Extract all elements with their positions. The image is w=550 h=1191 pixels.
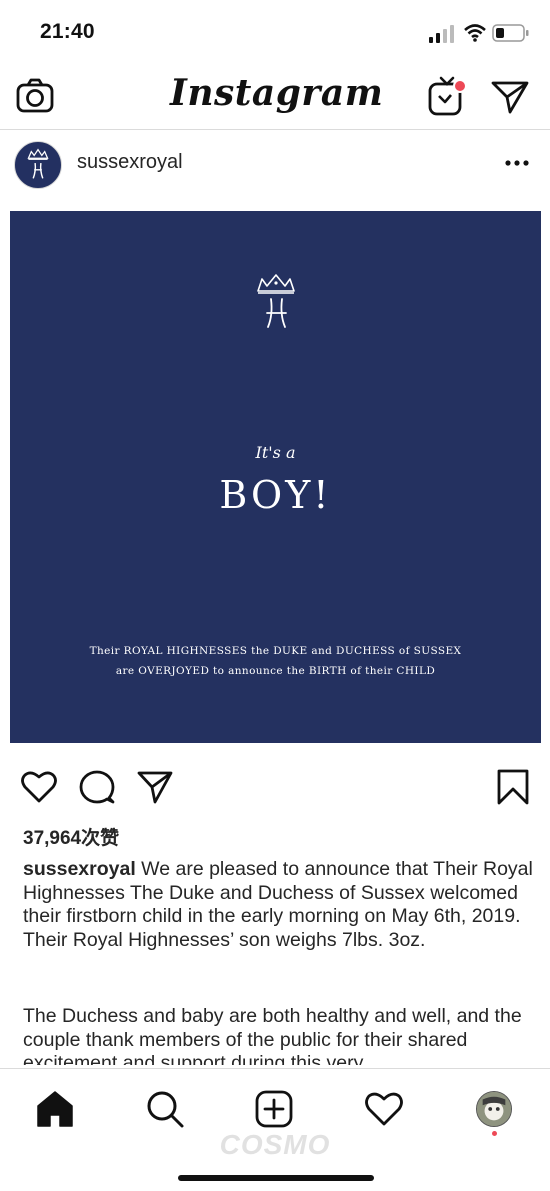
status-time: 21:40	[40, 20, 95, 43]
post-username[interactable]: sussexroyal	[77, 151, 183, 174]
image-announcement-line2: are OVERJOYED to announce the BIRTH of t…	[115, 665, 436, 677]
profile-avatar[interactable]	[476, 1091, 512, 1127]
post-header: sussexroyal	[0, 131, 550, 201]
share-icon[interactable]	[136, 768, 174, 806]
bottom-nav: COSMO	[0, 1068, 550, 1191]
bookmark-icon[interactable]	[494, 768, 532, 806]
avatar[interactable]	[14, 141, 62, 189]
image-announcement-line1: Their ROYAL HIGHNESSES the DUKE and DUCH…	[89, 645, 462, 657]
post-actions	[0, 762, 550, 812]
comment-icon[interactable]	[78, 768, 116, 806]
image-tagline: It's a	[255, 443, 296, 462]
profile-photo-icon	[477, 1092, 511, 1126]
cellular-signal-icon	[429, 25, 454, 43]
igtv-icon[interactable]	[427, 76, 469, 116]
home-icon[interactable]	[35, 1089, 75, 1129]
camera-icon[interactable]	[15, 76, 55, 116]
home-indicator	[178, 1175, 374, 1181]
battery-icon	[492, 24, 529, 42]
watermark: COSMO	[219, 1129, 331, 1160]
wifi-icon	[464, 24, 486, 42]
image-headline: BOY!	[219, 473, 332, 517]
status-bar: 21:40	[0, 0, 550, 62]
more-options-icon[interactable]	[503, 149, 531, 177]
post-image[interactable]: It's a BOY! Their ROYAL HIGHNESSES the D…	[10, 211, 541, 743]
heart-icon[interactable]	[20, 768, 58, 806]
instagram-logo: Instagram	[170, 72, 384, 114]
search-icon[interactable]	[145, 1089, 185, 1129]
add-post-icon[interactable]	[254, 1089, 294, 1129]
like-count[interactable]: 37,964次赞	[23, 823, 119, 850]
caption: sussexroyal We are pleased to announce t…	[23, 858, 533, 952]
royal-monogram-icon	[27, 148, 49, 179]
paper-plane-icon[interactable]	[490, 78, 530, 116]
royal-crest-icon	[257, 274, 295, 328]
caption-paragraph-2: The Duchess and baby are both healthy an…	[23, 1005, 522, 1065]
caption-username[interactable]: sussexroyal	[23, 858, 136, 880]
top-nav: Instagram	[0, 62, 550, 130]
heart-icon[interactable]	[364, 1089, 404, 1129]
